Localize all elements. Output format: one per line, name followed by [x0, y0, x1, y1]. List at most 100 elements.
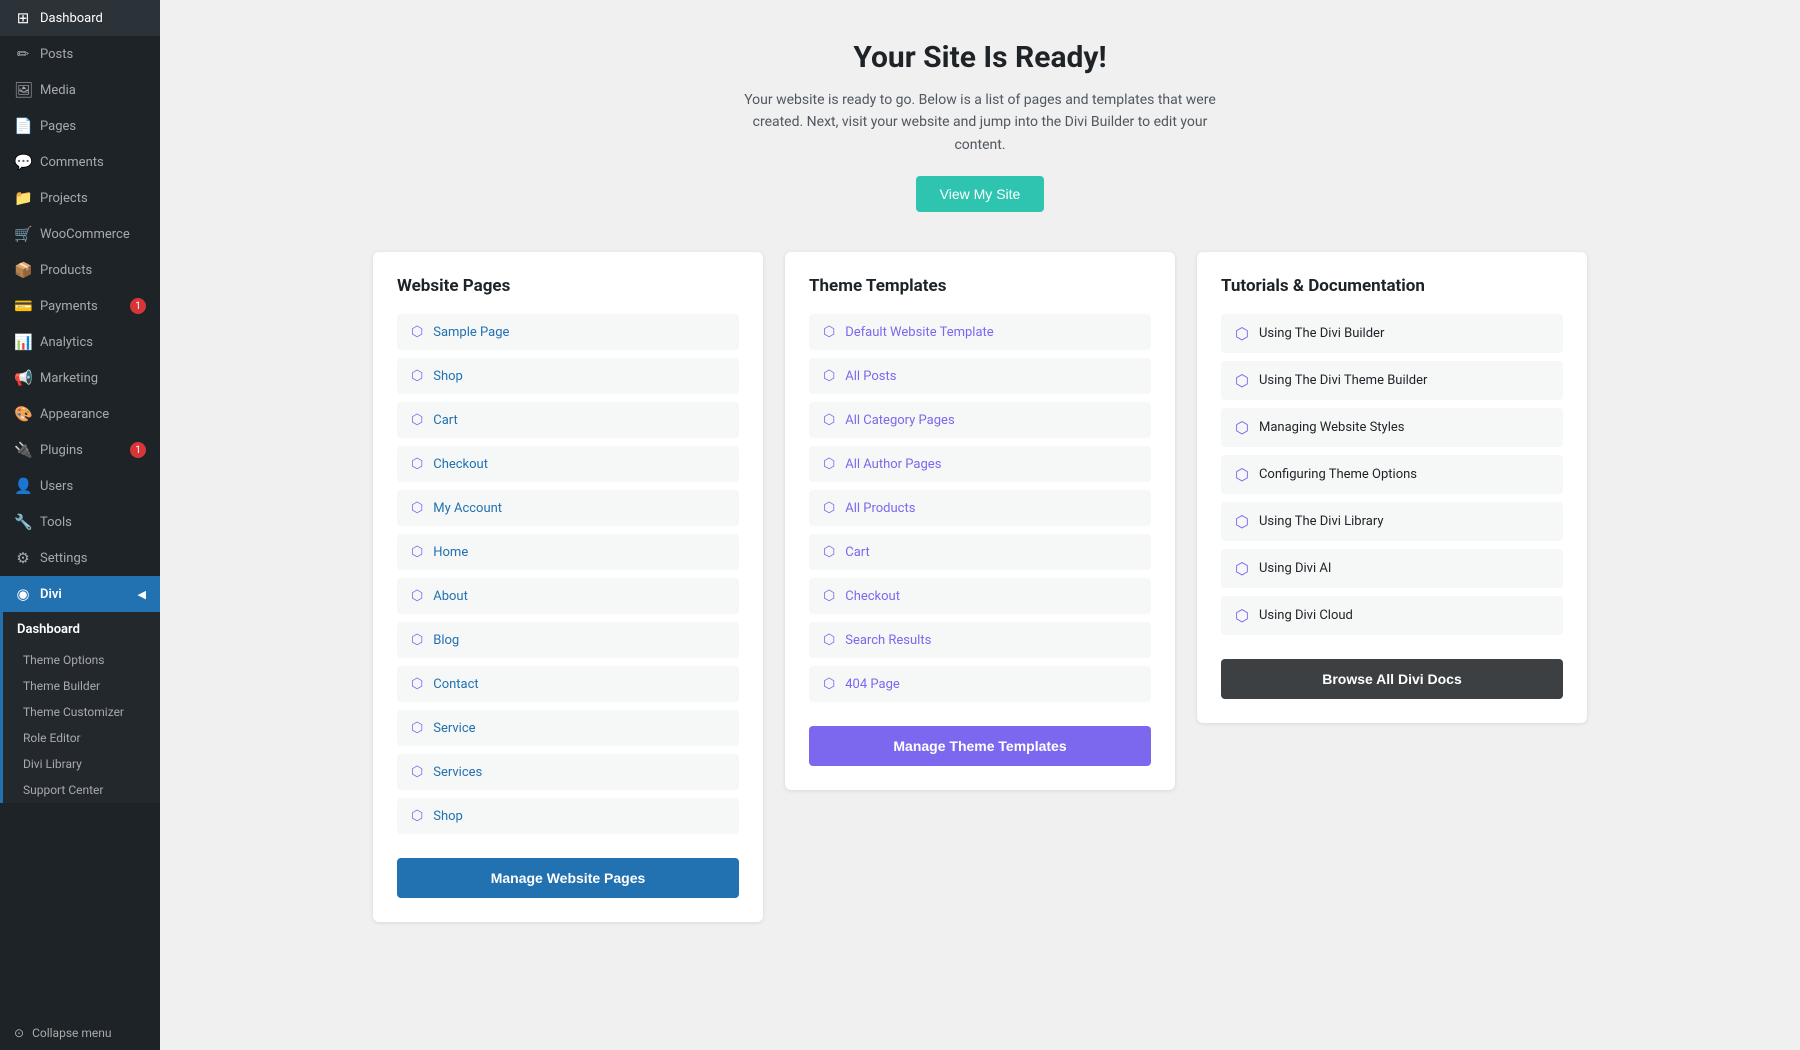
list-item[interactable]: ⬡ Blog	[397, 622, 739, 658]
divi-icon: ◉	[14, 585, 32, 603]
list-item[interactable]: ⬡ Checkout	[809, 578, 1151, 614]
list-item[interactable]: ⬡ Search Results	[809, 622, 1151, 658]
woocommerce-icon: 🛒	[14, 225, 32, 243]
list-item[interactable]: ⬡ Cart	[397, 402, 739, 438]
payments-icon: 💳	[14, 297, 32, 315]
tutorial-icon: ⬡	[1235, 606, 1249, 625]
divi-sub-header[interactable]: Dashboard	[3, 612, 160, 647]
list-item[interactable]: ⬡ My Account	[397, 490, 739, 526]
analytics-icon: 📊	[14, 333, 32, 351]
sidebar-item-plugins[interactable]: 🔌 Plugins 1	[0, 432, 160, 468]
appearance-icon: 🎨	[14, 405, 32, 423]
tut-item[interactable]: ⬡ Configuring Theme Options	[1221, 455, 1563, 494]
cards-row: Website Pages ⬡ Sample Page ⬡ Shop ⬡ Car…	[190, 252, 1770, 922]
page-icon: ⬡	[411, 676, 423, 692]
browse-all-divi-docs-button[interactable]: Browse All Divi Docs	[1221, 659, 1563, 699]
projects-icon: 📁	[14, 189, 32, 207]
page-icon: ⬡	[411, 764, 423, 780]
tut-item[interactable]: ⬡ Using The Divi Builder	[1221, 314, 1563, 353]
manage-website-pages-button[interactable]: Manage Website Pages	[397, 858, 739, 898]
divi-sub-theme-options[interactable]: Theme Options	[3, 647, 160, 673]
settings-icon: ⚙	[14, 549, 32, 567]
sidebar-item-tools[interactable]: 🔧 Tools	[0, 504, 160, 540]
website-pages-card: Website Pages ⬡ Sample Page ⬡ Shop ⬡ Car…	[373, 252, 763, 922]
list-item[interactable]: ⬡ All Posts	[809, 358, 1151, 394]
sidebar-item-payments[interactable]: 💳 Payments 1	[0, 288, 160, 324]
view-my-site-button[interactable]: View My Site	[916, 176, 1045, 212]
sidebar-item-marketing[interactable]: 📢 Marketing	[0, 360, 160, 396]
list-item[interactable]: ⬡ Cart	[809, 534, 1151, 570]
hero-description: Your website is ready to go. Below is a …	[730, 89, 1230, 156]
page-icon: ⬡	[411, 588, 423, 604]
sidebar-item-analytics[interactable]: 📊 Analytics	[0, 324, 160, 360]
page-icon: ⬡	[411, 368, 423, 384]
page-icon: ⬡	[411, 456, 423, 472]
tut-item[interactable]: ⬡ Using Divi AI	[1221, 549, 1563, 588]
posts-icon: ✏	[14, 45, 32, 63]
list-item[interactable]: ⬡ Services	[397, 754, 739, 790]
page-icon: ⬡	[411, 632, 423, 648]
list-item[interactable]: ⬡ Contact	[397, 666, 739, 702]
list-item[interactable]: ⬡ All Category Pages	[809, 402, 1151, 438]
sidebar-item-comments[interactable]: 💬 Comments	[0, 144, 160, 180]
list-item[interactable]: ⬡ Shop	[397, 798, 739, 834]
list-item[interactable]: ⬡ 404 Page	[809, 666, 1151, 702]
list-item[interactable]: ⬡ Shop	[397, 358, 739, 394]
website-pages-title: Website Pages	[397, 276, 739, 296]
theme-templates-card: Theme Templates ⬡ Default Website Templa…	[785, 252, 1175, 790]
tutorial-icon: ⬡	[1235, 465, 1249, 484]
tut-item[interactable]: ⬡ Managing Website Styles	[1221, 408, 1563, 447]
sidebar-item-dashboard[interactable]: ⊞ Dashboard	[0, 0, 160, 36]
template-icon: ⬡	[823, 456, 835, 472]
divi-sub-divi-library[interactable]: Divi Library	[3, 751, 160, 777]
page-icon: ⬡	[411, 720, 423, 736]
list-item[interactable]: ⬡ Service	[397, 710, 739, 746]
list-item[interactable]: ⬡ Home	[397, 534, 739, 570]
tut-item[interactable]: ⬡ Using The Divi Library	[1221, 502, 1563, 541]
dashboard-icon: ⊞	[14, 9, 32, 27]
payments-badge: 1	[130, 298, 146, 314]
divi-sub-theme-builder[interactable]: Theme Builder	[3, 673, 160, 699]
hero-section: Your Site Is Ready! Your website is read…	[190, 40, 1770, 212]
list-item[interactable]: ⬡ All Products	[809, 490, 1151, 526]
sidebar-item-pages[interactable]: 📄 Pages	[0, 108, 160, 144]
tut-item[interactable]: ⬡ Using The Divi Theme Builder	[1221, 361, 1563, 400]
plugins-icon: 🔌	[14, 441, 32, 459]
sidebar: ⊞ Dashboard ✏ Posts 🖼 Media 📄 Pages 💬 Co…	[0, 0, 160, 1050]
tutorial-icon: ⬡	[1235, 371, 1249, 390]
sidebar-item-divi[interactable]: ◉ Divi ◀	[0, 576, 160, 612]
products-icon: 📦	[14, 261, 32, 279]
list-item[interactable]: ⬡ Checkout	[397, 446, 739, 482]
users-icon: 👤	[14, 477, 32, 495]
sidebar-item-appearance[interactable]: 🎨 Appearance	[0, 396, 160, 432]
list-item[interactable]: ⬡ All Author Pages	[809, 446, 1151, 482]
template-icon: ⬡	[823, 412, 835, 428]
tutorial-icon: ⬡	[1235, 559, 1249, 578]
plugins-badge: 1	[130, 442, 146, 458]
sidebar-item-posts[interactable]: ✏ Posts	[0, 36, 160, 72]
manage-theme-templates-button[interactable]: Manage Theme Templates	[809, 726, 1151, 766]
list-item[interactable]: ⬡ Sample Page	[397, 314, 739, 350]
template-icon: ⬡	[823, 368, 835, 384]
collapse-icon: ⊙	[14, 1026, 24, 1040]
sidebar-item-projects[interactable]: 📁 Projects	[0, 180, 160, 216]
tut-item[interactable]: ⬡ Using Divi Cloud	[1221, 596, 1563, 635]
sidebar-item-products[interactable]: 📦 Products	[0, 252, 160, 288]
collapse-menu-button[interactable]: ⊙ Collapse menu	[0, 1016, 160, 1050]
sidebar-item-settings[interactable]: ⚙ Settings	[0, 540, 160, 576]
tutorial-icon: ⬡	[1235, 418, 1249, 437]
divi-sub-support-center[interactable]: Support Center	[3, 777, 160, 803]
sidebar-item-woocommerce[interactable]: 🛒 WooCommerce	[0, 216, 160, 252]
template-icon: ⬡	[823, 324, 835, 340]
list-item[interactable]: ⬡ About	[397, 578, 739, 614]
theme-templates-title: Theme Templates	[809, 276, 1151, 296]
tutorials-card: Tutorials & Documentation ⬡ Using The Di…	[1197, 252, 1587, 723]
tutorial-icon: ⬡	[1235, 324, 1249, 343]
marketing-icon: 📢	[14, 369, 32, 387]
list-item[interactable]: ⬡ Default Website Template	[809, 314, 1151, 350]
page-icon: ⬡	[411, 324, 423, 340]
sidebar-item-users[interactable]: 👤 Users	[0, 468, 160, 504]
divi-sub-role-editor[interactable]: Role Editor	[3, 725, 160, 751]
sidebar-item-media[interactable]: 🖼 Media	[0, 72, 160, 108]
divi-sub-theme-customizer[interactable]: Theme Customizer	[3, 699, 160, 725]
